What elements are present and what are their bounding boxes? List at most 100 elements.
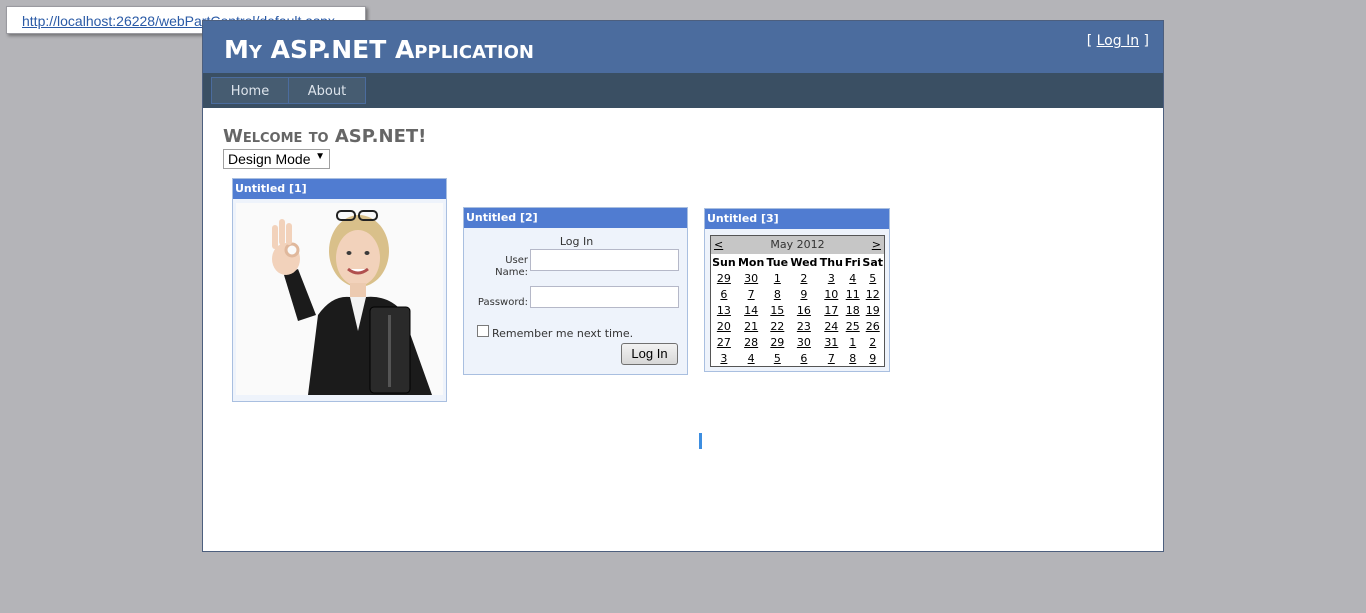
webpart-calendar: Untitled [3] < May 2012 > Sun Mon Tue We…	[704, 208, 890, 372]
calendar-day-link[interactable]: 2	[869, 336, 876, 349]
calendar-day-link[interactable]: 6	[720, 288, 727, 301]
calendar-day-cell: 2	[861, 334, 884, 350]
calendar-day-cell: 20	[711, 318, 737, 334]
menu-item-home[interactable]: Home	[211, 77, 289, 104]
login-button[interactable]: Log In	[621, 343, 678, 365]
calendar-day-link[interactable]: 18	[846, 304, 860, 317]
calendar-day-cell: 24	[819, 318, 844, 334]
calendar-week-row: 3 4 5 6 7 89	[711, 350, 884, 366]
calendar-day-link[interactable]: 28	[744, 336, 758, 349]
calendar-week-row: 29 30 1 2 3 4 5	[711, 270, 884, 286]
calendar-day-cell: 16	[789, 302, 819, 318]
calendar-day-link[interactable]: 15	[770, 304, 784, 317]
remember-me-label: Remember me next time.	[492, 327, 634, 340]
calendar-day-link[interactable]: 22	[770, 320, 784, 333]
calendar-day-link[interactable]: 21	[744, 320, 758, 333]
calendar-day-cell: 29	[766, 334, 790, 350]
calendar-day-cell: 2	[789, 270, 819, 286]
calendar-day-link[interactable]: 5	[774, 352, 781, 365]
calendar-day-link[interactable]: 30	[797, 336, 811, 349]
calendar-day-cell: 12	[861, 286, 884, 302]
login-bracket-open: [	[1086, 33, 1097, 49]
calendar-day-cell: 4	[737, 350, 766, 366]
calendar-day-link[interactable]: 5	[869, 272, 876, 285]
calendar-day-link[interactable]: 3	[828, 272, 835, 285]
webpart-image-title[interactable]: Untitled [1]	[233, 179, 446, 199]
calendar-week-row: 13 14 15 16 17 18 19	[711, 302, 884, 318]
calendar-day-link[interactable]: 16	[797, 304, 811, 317]
calendar-day-link[interactable]: 1	[849, 336, 856, 349]
calendar-day-cell: 27	[711, 334, 737, 350]
calendar-week-row: 27 28 29 30 31 1 2	[711, 334, 884, 350]
calendar-day-cell: 4	[844, 270, 861, 286]
calendar-day-cell: 7	[819, 350, 844, 366]
calendar-header: < May 2012 >	[711, 236, 884, 254]
calendar-day-link[interactable]: 9	[800, 288, 807, 301]
day-header: Mon	[737, 255, 765, 269]
calendar-day-cell: 3	[819, 270, 844, 286]
calendar-day-link[interactable]: 29	[770, 336, 784, 349]
calendar-day-link[interactable]: 3	[720, 352, 727, 365]
calendar-day-link[interactable]: 6	[800, 352, 807, 365]
calendar-day-link[interactable]: 19	[866, 304, 880, 317]
calendar-day-link[interactable]: 23	[797, 320, 811, 333]
text-cursor	[699, 433, 702, 449]
calendar-day-link[interactable]: 20	[717, 320, 731, 333]
calendar-day-link[interactable]: 14	[744, 304, 758, 317]
username-input[interactable]	[530, 249, 679, 271]
password-input[interactable]	[530, 286, 679, 308]
calendar-day-cell: 26	[861, 318, 884, 334]
calendar-day-link[interactable]: 30	[744, 272, 758, 285]
header: My ASP.NET Application [ Log In ]	[203, 21, 1163, 73]
day-header: Sun	[712, 255, 736, 269]
calendar: < May 2012 > Sun Mon Tue Wed Thu Fri Sat	[710, 235, 885, 367]
chevron-down-icon: ▼	[315, 151, 325, 162]
calendar-day-cell: 9	[861, 350, 884, 366]
login-heading: Log In	[559, 235, 594, 248]
calendar-day-link[interactable]: 10	[824, 288, 838, 301]
calendar-day-cell: 23	[789, 318, 819, 334]
calendar-day-cell: 11	[844, 286, 861, 302]
page-container: My ASP.NET Application [ Log In ] Home A…	[202, 20, 1164, 552]
calendar-day-link[interactable]: 13	[717, 304, 731, 317]
app-title: My ASP.NET Application	[224, 35, 534, 64]
calendar-day-link[interactable]: 25	[846, 320, 860, 333]
calendar-day-link[interactable]: 17	[824, 304, 838, 317]
calendar-day-cell: 30	[737, 270, 766, 286]
menu-item-about[interactable]: About	[288, 77, 366, 104]
calendar-day-link[interactable]: 11	[846, 288, 860, 301]
display-mode-value: Design Mode	[228, 151, 311, 167]
calendar-day-link[interactable]: 24	[824, 320, 838, 333]
display-mode-select[interactable]: Design Mode ▼	[223, 149, 330, 169]
calendar-day-link[interactable]: 9	[869, 352, 876, 365]
calendar-day-link[interactable]: 4	[748, 352, 755, 365]
calendar-day-link[interactable]: 29	[717, 272, 731, 285]
username-label-line1: User	[505, 255, 528, 266]
webpart-image: Untitled [1]	[232, 178, 447, 402]
calendar-grid: Sun Mon Tue Wed Thu Fri Sat 29 30 1 2 3 4 5 6 7 8…	[711, 254, 884, 366]
calendar-day-link[interactable]: 31	[824, 336, 838, 349]
calendar-month-title: May 2012	[770, 238, 825, 251]
calendar-day-cell: 28	[737, 334, 766, 350]
webpart-calendar-title[interactable]: Untitled [3]	[705, 209, 889, 229]
woman-photo	[236, 203, 443, 395]
calendar-week-row: 20 21 22 23 24 25 26	[711, 318, 884, 334]
calendar-next-month[interactable]: >	[872, 238, 881, 251]
calendar-day-link[interactable]: 8	[849, 352, 856, 365]
webpart-login-title[interactable]: Untitled [2]	[464, 208, 687, 228]
calendar-day-cell: 14	[737, 302, 766, 318]
login-link[interactable]: Log In	[1097, 33, 1139, 49]
calendar-day-link[interactable]: 27	[717, 336, 731, 349]
webpart-login: Untitled [2] Log In User Name: Password:…	[463, 207, 688, 375]
calendar-day-link[interactable]: 2	[800, 272, 807, 285]
calendar-day-link[interactable]: 7	[748, 288, 755, 301]
calendar-day-link[interactable]: 12	[866, 288, 880, 301]
calendar-day-link[interactable]: 8	[774, 288, 781, 301]
calendar-day-link[interactable]: 1	[774, 272, 781, 285]
calendar-day-link[interactable]: 7	[828, 352, 835, 365]
calendar-day-link[interactable]: 4	[849, 272, 856, 285]
remember-me-checkbox[interactable]	[477, 325, 489, 337]
calendar-day-link[interactable]: 26	[866, 320, 880, 333]
calendar-day-cell: 18	[844, 302, 861, 318]
calendar-day-cell: 1	[844, 334, 861, 350]
